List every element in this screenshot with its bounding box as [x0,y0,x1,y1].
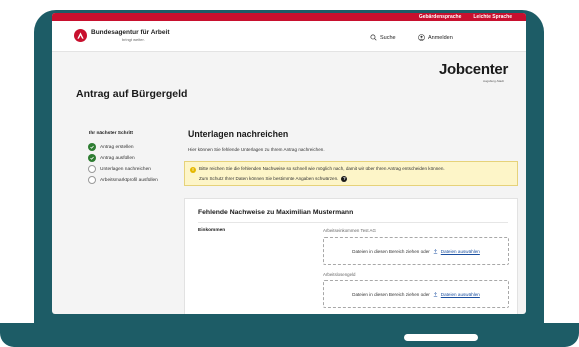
step-item[interactable]: Unterlagen nachreichen [88,165,151,173]
step-label: Arbeitsmarktprofil ausfüllen [100,177,158,183]
divider [198,222,508,223]
upload-icon [433,248,438,254]
drop-text: Dateien in diesen Bereich ziehen oder [352,291,430,297]
check-icon [88,143,96,151]
step-label: Antrag ausfüllen [100,155,135,161]
alert-privacy-text: Zum Schutz Ihrer Daten können Sie bestim… [199,176,339,182]
search-button[interactable]: Suche [370,34,396,41]
missing-documents-card: Fehlende Nachweise zu Maximilian Musterm… [184,198,518,314]
site-header: Bundesagentur für Arbeit bringt weiter. … [52,21,526,52]
check-icon [88,154,96,162]
laptop-notch [404,334,478,341]
org-tagline: bringt weiter. [122,37,145,42]
alert-text-2: Zum Schutz Ihrer Daten können Sie bestim… [199,176,348,182]
page-title: Antrag auf Bürgergeld [76,88,188,100]
warning-icon: ! [190,167,196,173]
step-item[interactable]: Antrag erstellen [88,143,134,151]
select-files-link[interactable]: Dateien auswählen [441,292,480,297]
jobcenter-logo[interactable]: Jobcenter [439,61,508,78]
step-label: Unterlagen nachreichen [100,166,151,172]
open-circle-icon [88,176,96,184]
sign-language-link[interactable]: Gebärdensprache [419,14,462,20]
utility-bar: Gebärdensprache Leichte Sprache [52,13,526,21]
step-item[interactable]: Arbeitsmarktprofil ausfüllen [88,176,158,184]
file-drop-zone[interactable]: Dateien in diesen Bereich ziehen oder Da… [323,237,509,265]
open-circle-icon [88,165,96,173]
org-name[interactable]: Bundesagentur für Arbeit [91,29,170,36]
upload-label: Arbeitseinkommen Test AG [323,228,376,233]
card-title: Fehlende Nachweise zu Maximilian Musterm… [198,209,354,216]
search-label: Suche [380,34,396,41]
ba-logo-icon[interactable] [74,29,87,42]
laptop-base [0,323,579,347]
category-label: Einkommen [198,228,226,233]
step-item[interactable]: Antrag ausfüllen [88,154,135,162]
help-icon[interactable]: ? [341,176,348,182]
section-description: Hier können Sie fehlende Unterlagen zu I… [188,147,325,152]
info-alert: ! Bitte reichen Sie die fehlenden Nachwe… [184,161,518,186]
screen: Gebärdensprache Leichte Sprache Bundesag… [52,13,526,314]
laptop-mockup: Gebärdensprache Leichte Sprache Bundesag… [0,0,579,347]
steps-title: Ihr nächster Schritt [89,131,133,136]
upload-label: Arbeitslosengeld [323,272,356,277]
user-icon [418,34,425,41]
search-icon [370,34,377,41]
login-button[interactable]: Anmelden [418,34,453,41]
easy-language-link[interactable]: Leichte Sprache [473,14,512,20]
drop-text: Dateien in diesen Bereich ziehen oder [352,248,430,254]
step-label: Antrag erstellen [100,144,134,150]
section-title: Unterlagen nachreichen [188,129,289,139]
login-label: Anmelden [428,34,453,41]
upload-icon [433,291,438,297]
select-files-link[interactable]: Dateien auswählen [441,249,480,254]
file-drop-zone[interactable]: Dateien in diesen Bereich ziehen oder Da… [323,280,509,308]
jobcenter-location: Augsburg-Stadt [483,79,504,83]
alert-text: Bitte reichen Sie die fehlenden Nachweis… [199,166,445,171]
